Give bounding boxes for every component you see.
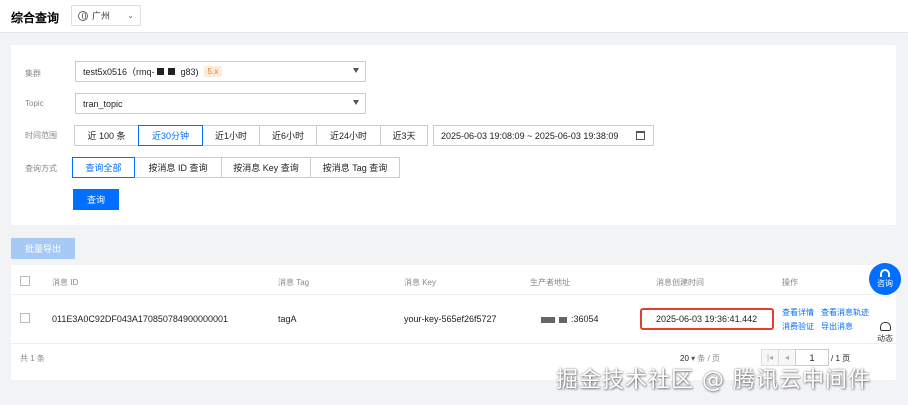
date-range-value: 2025-06-03 19:08:09 ~ 2025-06-03 19:38:0… (441, 130, 619, 141)
header-created-time: 消息创建时间 (656, 278, 704, 287)
mode-by-key[interactable]: 按消息 Key 查询 (221, 157, 311, 178)
total-count: 共 1 条 (20, 354, 45, 363)
topic-select[interactable]: tran_topic (75, 93, 366, 114)
redaction-mark (156, 68, 164, 75)
query-mode-label: 查询方式 (25, 164, 57, 173)
header-message-key: 消息 Key (404, 278, 437, 287)
cluster-value-suffix: g83) (180, 66, 199, 77)
message-tag: tagA (278, 314, 297, 324)
message-key: your-key-565ef26f5727 (404, 314, 497, 324)
date-range-picker[interactable]: 2025-06-03 19:08:09 ~ 2025-06-03 19:38:0… (433, 125, 654, 146)
mode-all[interactable]: 查询全部 (72, 157, 135, 178)
mode-by-id[interactable]: 按消息 ID 查询 (134, 157, 222, 178)
caret-down-icon (353, 68, 359, 73)
batch-export-button[interactable]: 批量导出 (11, 238, 75, 259)
view-trace-link[interactable]: 查看消息轨迹 (821, 307, 869, 318)
time-option-30min[interactable]: 近30分钟 (138, 125, 203, 146)
cluster-value-prefix: test5x0516（rmq- (83, 67, 155, 77)
headset-icon (880, 269, 890, 277)
row-checkbox[interactable] (20, 313, 30, 323)
caret-down-icon (353, 100, 359, 105)
header-message-tag: 消息 Tag (278, 278, 310, 287)
region-selector[interactable]: 广州 ⌄ (71, 5, 141, 26)
dynamic-label: 动态 (877, 334, 893, 343)
query-mode-options: 查询全部 按消息 ID 查询 按消息 Key 查询 按消息 Tag 查询 (72, 157, 400, 178)
header-producer-address: 生产者地址 (530, 278, 570, 287)
export-message-link[interactable]: 导出消息 (821, 321, 853, 332)
query-button[interactable]: 查询 (73, 189, 119, 210)
redaction-mark (167, 68, 175, 75)
redaction-mark (559, 316, 567, 323)
redaction-mark (541, 316, 555, 323)
page-title: 综合查询 (11, 11, 60, 25)
divider (11, 294, 896, 295)
cluster-select[interactable]: test5x0516（rmq- g83) 5.x (75, 61, 366, 82)
consult-label: 咨询 (877, 279, 893, 288)
top-bar: 综合查询 广州 ⌄ (0, 0, 908, 33)
header-message-id: 消息 ID (52, 278, 79, 287)
header-actions: 操作 (782, 278, 798, 287)
mode-by-tag[interactable]: 按消息 Tag 查询 (310, 157, 400, 178)
watermark: 掘金技术社区 @ 腾讯云中间件 (556, 368, 871, 393)
consult-button[interactable]: 咨询 (869, 263, 901, 295)
chevron-down-icon: ⌄ (127, 11, 134, 20)
consume-verify-link[interactable]: 消费验证 (782, 321, 814, 332)
dynamic-button[interactable]: 动态 (868, 322, 902, 344)
time-option-6h[interactable]: 近6小时 (259, 125, 317, 146)
topic-label: Topic (25, 99, 44, 108)
time-range-options: 近 100 条 近30分钟 近1小时 近6小时 近24小时 近3天 (74, 125, 428, 146)
highlight-box (640, 308, 774, 330)
cluster-label: 集群 (25, 69, 41, 78)
globe-icon (78, 10, 88, 21)
select-all-checkbox[interactable] (20, 276, 30, 286)
producer-port: :36054 (571, 314, 599, 324)
topic-value: tran_topic (83, 98, 123, 109)
bell-icon (879, 322, 891, 331)
version-badge: 5.x (203, 66, 223, 77)
producer-address: :36054 (541, 314, 599, 324)
region-label: 广州 (92, 11, 111, 21)
calendar-icon (636, 131, 645, 140)
divider (11, 343, 896, 344)
time-option-100[interactable]: 近 100 条 (74, 125, 139, 146)
view-details-link[interactable]: 查看详情 (782, 307, 814, 318)
time-option-3d[interactable]: 近3天 (380, 125, 428, 146)
message-id: 011E3A0C92DF043A170850784900000001 (52, 314, 228, 324)
time-option-24h[interactable]: 近24小时 (316, 125, 381, 146)
time-option-1h[interactable]: 近1小时 (202, 125, 260, 146)
time-range-label: 时间范围 (25, 131, 57, 140)
query-form-panel: 集群 test5x0516（rmq- g83) 5.x Topic tran_t… (11, 45, 896, 225)
